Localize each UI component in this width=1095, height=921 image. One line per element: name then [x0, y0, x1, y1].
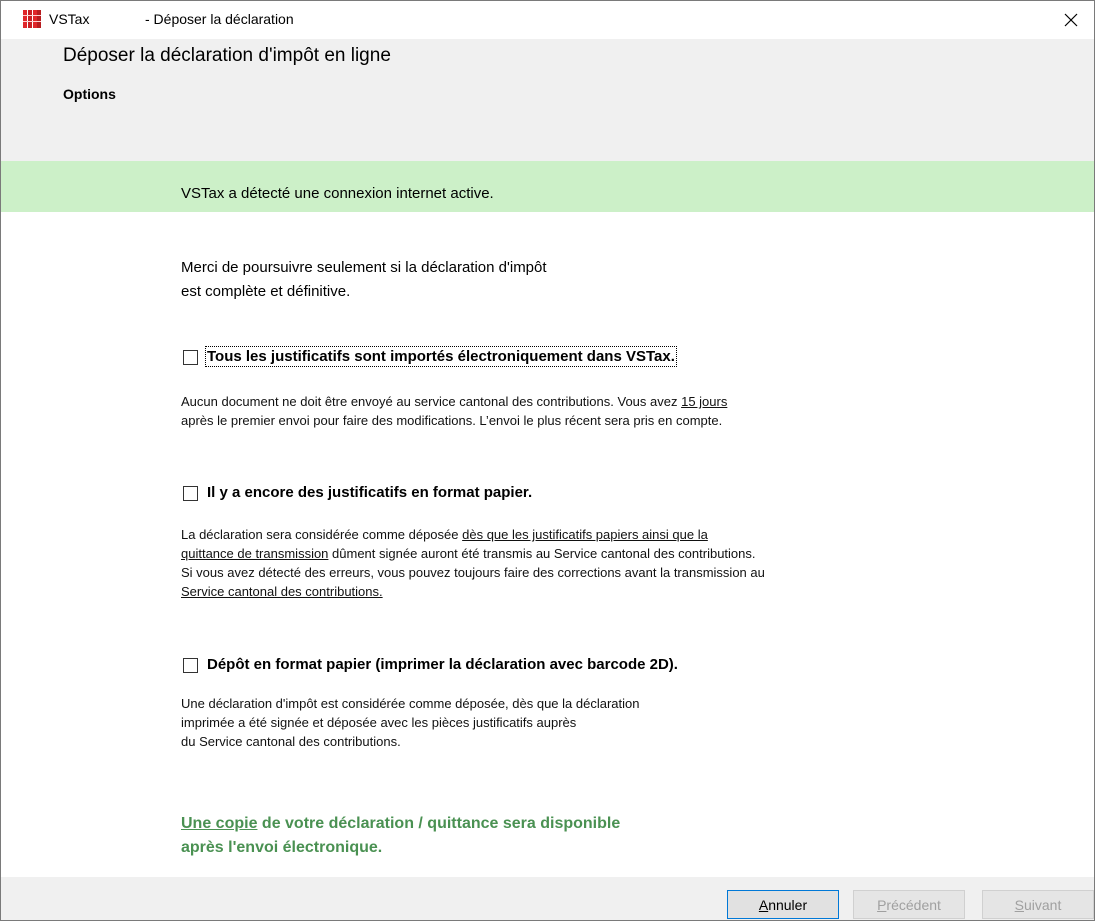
- option-paper-filing-checkbox[interactable]: [183, 658, 198, 673]
- next-button-label: uivant: [1023, 896, 1062, 913]
- option-paper-filing-description: Une déclaration d'impôt est considérée c…: [181, 694, 639, 751]
- previous-button-mnemonic: P: [877, 896, 887, 913]
- dialog-window: VSTax - Déposer la déclaration Déposer l…: [0, 0, 1095, 921]
- option-electronic-description: Aucun document ne doit être envoyé au se…: [181, 392, 727, 430]
- option-paper-docs-desc-text2: dûment signée auront été transmis au Ser…: [328, 546, 756, 561]
- option-paper-filing-desc-line1: Une déclaration d'impôt est considérée c…: [181, 696, 640, 711]
- connection-status-banner: [1, 161, 1094, 212]
- option-electronic-checkbox[interactable]: [183, 350, 198, 365]
- next-button[interactable]: Suivant: [982, 890, 1094, 919]
- cancel-button-label: nnuler: [768, 896, 808, 913]
- copy-note-text2: après l'envoi électronique.: [181, 839, 383, 856]
- title-bar: VSTax - Déposer la déclaration: [1, 1, 1094, 39]
- next-button-mnemonic: S: [1014, 896, 1024, 913]
- option-paper-docs-label[interactable]: Il y a encore des justificatifs en forma…: [207, 484, 532, 501]
- connection-status-text: VSTax a détecté une connexion internet a…: [181, 185, 494, 202]
- window-title: - Déposer la déclaration: [145, 11, 294, 27]
- option-paper-filing-label[interactable]: Dépôt en format papier (imprimer la décl…: [207, 656, 678, 673]
- page-subtitle: Options: [63, 86, 116, 102]
- page-title: Déposer la déclaration d'impôt en ligne: [63, 45, 391, 66]
- option-paper-docs-description: La déclaration sera considérée comme dép…: [181, 525, 765, 601]
- option-electronic-desc-text: Aucun document ne doit être envoyé au se…: [181, 394, 682, 409]
- intro-text: Merci de poursuivre seulement si la décl…: [181, 259, 547, 300]
- option-paper-docs-checkbox[interactable]: [183, 486, 198, 501]
- close-icon: [1064, 13, 1078, 27]
- vstax-app-icon: [23, 10, 41, 28]
- copy-availability-note: Une copie de votre déclaration / quittan…: [181, 812, 620, 860]
- copy-note-text1: de votre déclaration / quittance sera di…: [257, 815, 621, 832]
- previous-button[interactable]: Précédent: [853, 890, 965, 919]
- previous-button-label: récédent: [886, 896, 941, 913]
- option-paper-filing-desc-line2: imprimée a été signée et déposée avec le…: [181, 715, 577, 730]
- option-paper-docs-desc-text: La déclaration sera considérée comme dép…: [181, 527, 463, 542]
- wizard-footer: Annuler Précédent Suivant: [1, 877, 1094, 920]
- tax-service-link[interactable]: Service cantonal des contributions.: [181, 584, 383, 599]
- paper-docs-link[interactable]: dès que les justificatifs papiers ainsi …: [462, 527, 708, 542]
- copy-link[interactable]: Une copie: [181, 815, 257, 832]
- option-paper-filing-desc-line3: du Service cantonal des contributions.: [181, 734, 401, 749]
- option-paper-docs-desc-line3: Si vous avez détecté des erreurs, vous p…: [181, 565, 765, 580]
- window-app-name: VSTax: [49, 11, 90, 27]
- option-electronic-label[interactable]: Tous les justificatifs sont importés éle…: [205, 346, 677, 367]
- close-button[interactable]: [1048, 1, 1094, 39]
- transmission-receipt-link[interactable]: quittance de transmission: [181, 546, 328, 561]
- fifteen-days-link[interactable]: 15 jours: [681, 394, 727, 409]
- cancel-button[interactable]: Annuler: [727, 890, 839, 919]
- option-electronic-desc-line2: après le premier envoi pour faire des mo…: [181, 413, 723, 428]
- cancel-button-mnemonic: A: [758, 896, 769, 913]
